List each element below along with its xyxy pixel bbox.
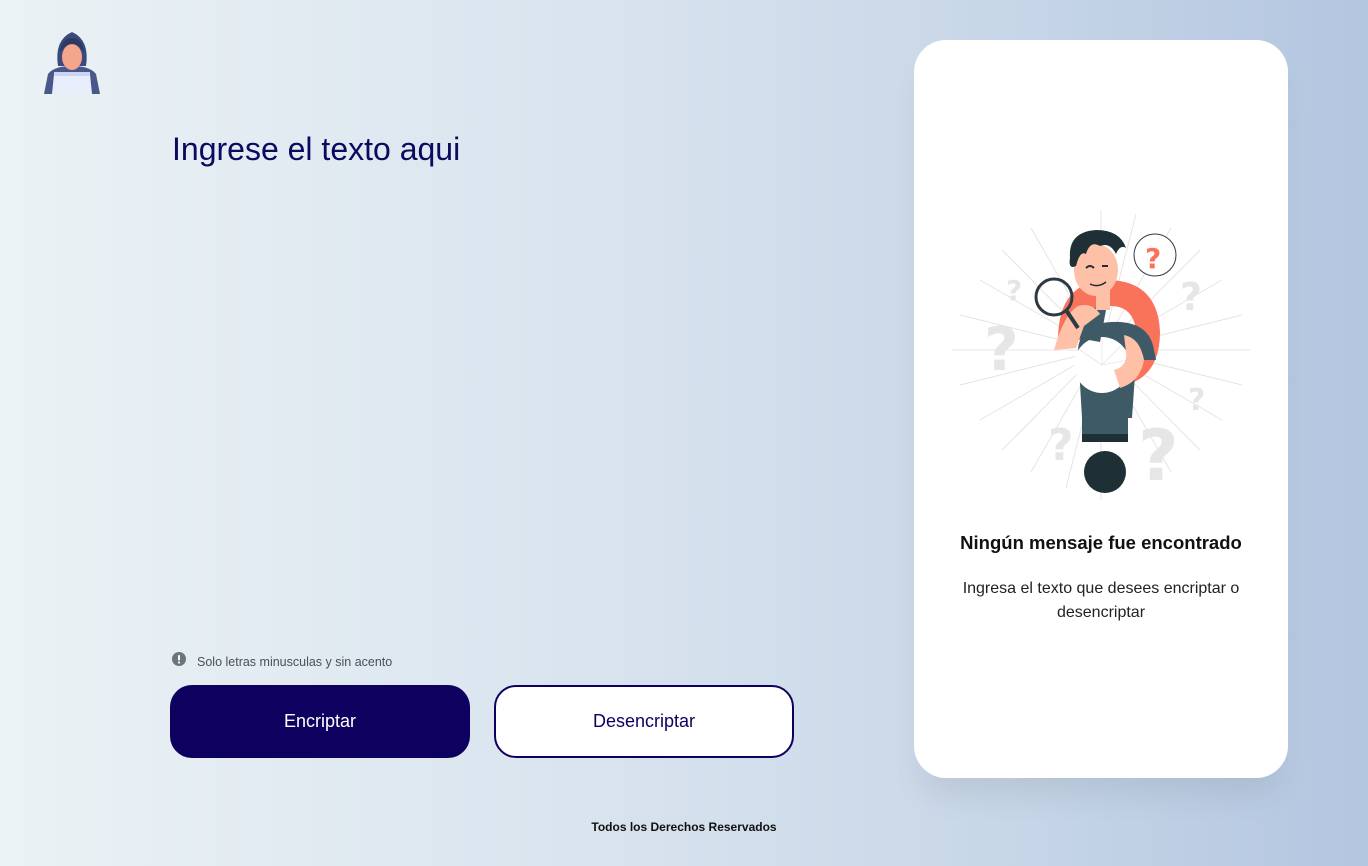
svg-text:?: ? [1188,383,1205,418]
svg-text:?: ? [1145,242,1161,275]
output-card: ? ? ? ? ? ? ? Ningún mensaje fue encontr… [914,40,1288,778]
logo-hacker-icon [40,30,104,94]
footer-text: Todos los Derechos Reservados [591,820,777,834]
svg-text:?: ? [1006,274,1022,307]
message-input[interactable] [170,125,810,625]
hint-text: Solo letras minusculas y sin acento [197,654,393,669]
svg-text:?: ? [1048,420,1074,471]
output-title: Ningún mensaje fue encontrado [960,532,1242,553]
input-hint: Solo letras minusculas y sin acento [172,652,392,671]
decrypt-button[interactable]: Desencriptar [494,685,794,758]
confused-person-question-icon: ? ? ? ? ? ? ? [950,210,1252,510]
output-description: Ingresa el texto que desees encriptar o … [962,580,1240,621]
svg-text:?: ? [1138,415,1179,497]
exclamation-circle-icon [172,652,186,671]
svg-text:?: ? [1180,275,1202,319]
svg-text:?: ? [984,315,1019,385]
encrypt-button[interactable]: Encriptar [170,685,470,758]
